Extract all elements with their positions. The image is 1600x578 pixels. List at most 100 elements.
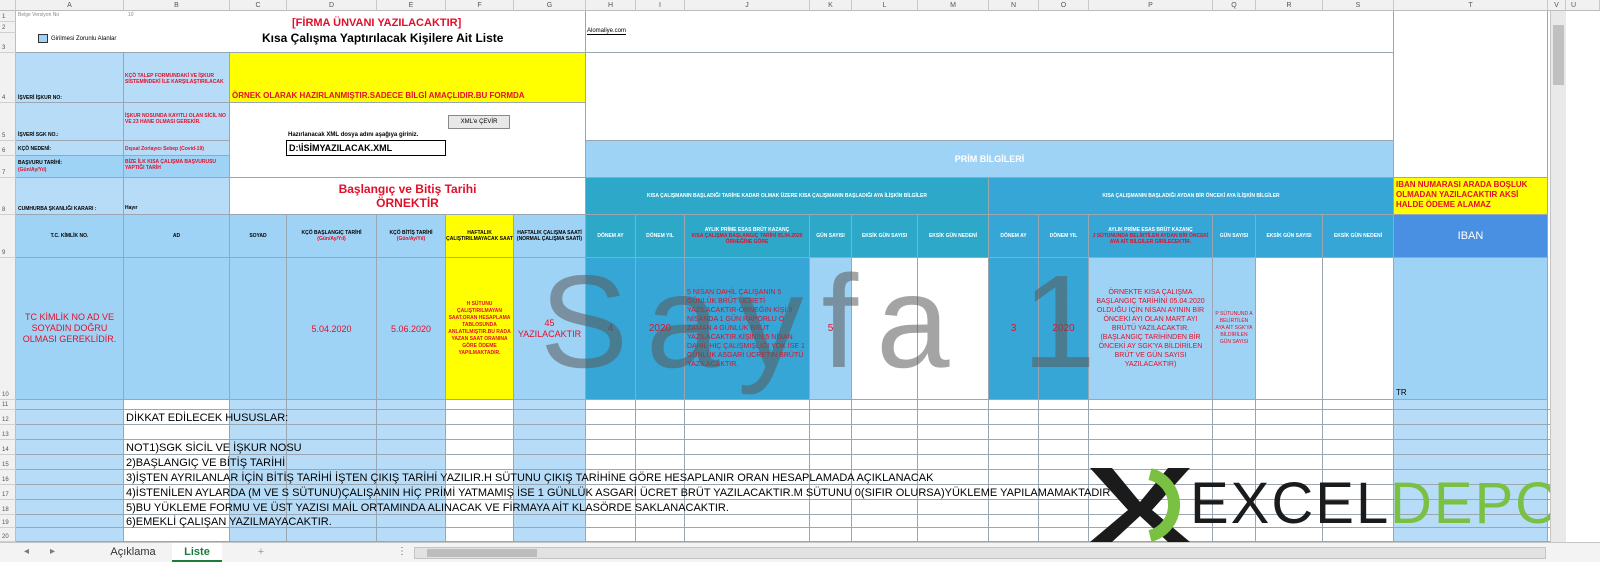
grid-cell[interactable] [918, 455, 989, 470]
grid-cell[interactable] [636, 410, 685, 425]
column-header[interactable]: E [377, 0, 446, 11]
grid-cell[interactable] [586, 400, 636, 410]
grid-cell[interactable] [16, 500, 124, 515]
row-header[interactable]: 10 [0, 258, 16, 400]
grid-cell[interactable] [989, 528, 1039, 542]
column-header[interactable]: Q [1213, 0, 1256, 11]
grid-cell[interactable] [810, 455, 852, 470]
grid-cell[interactable] [1323, 425, 1394, 440]
grid-cell[interactable] [636, 455, 685, 470]
grid-cell[interactable] [810, 528, 852, 542]
grid-cell[interactable] [1213, 400, 1256, 410]
grid-cell[interactable] [852, 410, 918, 425]
tab-scroll-left-icon[interactable]: ◂ [24, 546, 29, 557]
row-header[interactable]: 3 [0, 33, 16, 53]
grid-cell[interactable] [1089, 425, 1213, 440]
grid-cell[interactable] [685, 400, 810, 410]
value-kco-nedeni[interactable]: Dışsal Zorlayıcı Sebep (Covid-19) [124, 141, 230, 156]
grid-cell[interactable] [1256, 440, 1323, 455]
grid-cell[interactable] [1089, 410, 1213, 425]
grid-cell[interactable] [16, 515, 124, 528]
grid-cell[interactable] [124, 528, 230, 542]
column-header[interactable]: T [1394, 0, 1548, 11]
add-sheet-icon[interactable]: + [250, 543, 272, 562]
grid-cell[interactable] [852, 500, 918, 515]
row-header[interactable]: 7 [0, 156, 16, 178]
grid-cell[interactable] [446, 400, 514, 410]
row-header[interactable]: 13 [0, 425, 16, 440]
grid-cell[interactable] [16, 485, 124, 500]
grid-cell[interactable] [230, 425, 287, 440]
grid-cell[interactable] [1089, 400, 1213, 410]
grid-cell[interactable] [1039, 400, 1089, 410]
grid-cell[interactable] [1039, 455, 1089, 470]
row-header[interactable]: 1 [0, 11, 16, 22]
row-header[interactable]: 11 [0, 400, 16, 410]
row-header[interactable]: 4 [0, 53, 16, 103]
grid-cell[interactable] [377, 425, 446, 440]
grid-cell[interactable] [446, 425, 514, 440]
grid-cell[interactable] [514, 440, 586, 455]
grid-cell[interactable] [918, 515, 989, 528]
grid-cell[interactable] [1039, 500, 1089, 515]
grid-cell[interactable] [1039, 515, 1089, 528]
row-header[interactable]: 2 [0, 22, 16, 33]
horizontal-scrollbar[interactable] [414, 547, 1546, 559]
grid-cell[interactable] [1323, 440, 1394, 455]
grid-cell[interactable] [918, 410, 989, 425]
value-cumhurbaskanligi[interactable]: Hayır [124, 178, 230, 215]
grid-cell[interactable] [1039, 410, 1089, 425]
grid-cell[interactable] [16, 455, 124, 470]
grid-cell[interactable] [989, 470, 1039, 485]
grid-cell[interactable] [1323, 410, 1394, 425]
grid-cell[interactable] [852, 515, 918, 528]
grid-cell[interactable] [852, 400, 918, 410]
grid-cell[interactable] [1039, 470, 1089, 485]
site-link[interactable]: Alomaliye.com [587, 28, 627, 35]
grid-cell[interactable] [1394, 400, 1548, 410]
column-header[interactable]: S [1323, 0, 1394, 11]
grid-cell[interactable] [446, 440, 514, 455]
grid-cell[interactable] [1039, 528, 1089, 542]
grid-cell[interactable] [287, 400, 377, 410]
example-cell[interactable] [1323, 258, 1394, 400]
grid-cell[interactable] [16, 528, 124, 542]
grid-cell[interactable] [514, 400, 586, 410]
example-cell[interactable]: TR [1394, 258, 1548, 400]
grid-cell[interactable] [918, 500, 989, 515]
example-cell[interactable] [1256, 258, 1323, 400]
column-header[interactable]: A [16, 0, 124, 11]
grid-cell[interactable] [989, 455, 1039, 470]
grid-cell[interactable] [1039, 425, 1089, 440]
grid-cell[interactable] [446, 455, 514, 470]
grid-cell[interactable] [918, 425, 989, 440]
column-header[interactable]: L [852, 0, 918, 11]
example-cell[interactable]: 5.04.2020 [287, 258, 377, 400]
column-header[interactable]: H [586, 0, 636, 11]
column-header[interactable]: K [810, 0, 852, 11]
grid-cell[interactable] [1039, 440, 1089, 455]
select-all-corner[interactable] [0, 0, 16, 11]
grid-cell[interactable] [124, 400, 230, 410]
grid-cell[interactable] [446, 515, 514, 528]
grid-cell[interactable] [586, 528, 636, 542]
row-header[interactable]: 12 [0, 410, 16, 425]
tab-liste[interactable]: Liste [172, 543, 222, 562]
row-header[interactable]: 19 [0, 515, 16, 528]
grid-cell[interactable] [989, 410, 1039, 425]
grid-cell[interactable] [586, 410, 636, 425]
column-header[interactable]: M [918, 0, 989, 11]
grid-cell[interactable] [852, 425, 918, 440]
grid-cell[interactable] [586, 515, 636, 528]
column-header[interactable]: F [446, 0, 514, 11]
grid-cell[interactable] [377, 528, 446, 542]
grid-cell[interactable] [918, 400, 989, 410]
grid-cell[interactable] [1089, 440, 1213, 455]
grid-cell[interactable] [377, 410, 446, 425]
grid-cell[interactable] [852, 455, 918, 470]
grid-cell[interactable] [1394, 440, 1548, 455]
row-header[interactable]: 20 [0, 528, 16, 542]
example-cell[interactable]: H SÜTUNU ÇALIŞTIRILMAYAN SAAT.ORAN HESAP… [446, 258, 514, 400]
grid-cell[interactable] [852, 528, 918, 542]
grid-cell[interactable] [514, 425, 586, 440]
